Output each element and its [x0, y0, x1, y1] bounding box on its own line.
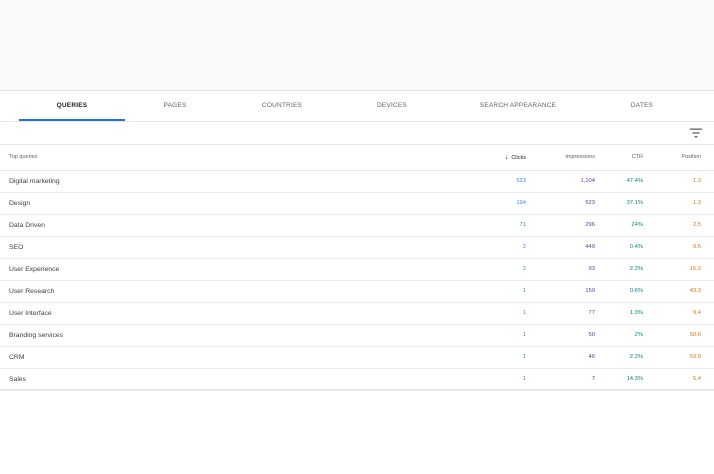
column-header-position[interactable]: Position [651, 145, 701, 170]
tab-dates[interactable]: DATES [592, 91, 692, 120]
query-cell: Design [9, 200, 31, 207]
tab-countries[interactable]: COUNTRIES [232, 91, 332, 120]
query-cell: Branding services [9, 332, 64, 339]
position-cell: 53.9 [689, 354, 701, 360]
table-row[interactable]: CRM 1 46 2.2% 53.9 [0, 347, 714, 369]
impressions-cell: 46 [588, 354, 595, 360]
performance-card: QUERIES PAGES COUNTRIES DEVICES SEARCH A… [0, 90, 714, 391]
tab-devices[interactable]: DEVICES [342, 91, 442, 120]
position-cell: 50.6 [689, 332, 701, 338]
table-row[interactable]: Sales 1 7 14.3% 5.4 [0, 369, 714, 391]
query-cell: CRM [9, 354, 25, 361]
active-tab-indicator [19, 119, 125, 121]
table-row[interactable]: Data Driven 71 296 24% 2.5 [0, 215, 714, 237]
table-row[interactable]: Digital marketing 523 1,104 47.4% 1.3 [0, 171, 714, 193]
arrow-down-icon: ↓ [504, 154, 509, 161]
position-cell: 1.3 [692, 200, 701, 206]
ctr-cell: 37.1% [626, 200, 643, 206]
clicks-cell: 1 [522, 354, 526, 360]
table-row[interactable]: User Interface 1 77 1.3% 9.4 [0, 303, 714, 325]
position-cell: 43.3 [689, 288, 701, 294]
column-header-ctr[interactable]: CTR [593, 145, 643, 170]
ctr-cell: 0.6% [629, 288, 643, 294]
table-row[interactable]: Design 194 523 37.1% 1.3 [0, 193, 714, 215]
clicks-cell: 2 [522, 244, 526, 250]
impressions-cell: 449 [585, 244, 595, 250]
ctr-cell: 2.2% [629, 266, 643, 272]
position-cell: 5.4 [692, 376, 701, 382]
ctr-cell: 2.2% [629, 354, 643, 360]
table-row[interactable]: User Research 1 159 0.6% 43.3 [0, 281, 714, 303]
queries-table-body: Digital marketing 523 1,104 47.4% 1.3 De… [0, 171, 714, 391]
position-cell: 2.5 [692, 222, 701, 228]
tab-queries[interactable]: QUERIES [19, 91, 125, 120]
impressions-cell: 93 [588, 266, 595, 272]
column-header-impressions[interactable]: Impressions [535, 145, 595, 170]
impressions-cell: 50 [588, 332, 595, 338]
table-header: Top queries ↓ Clicks Impressions CTR Posi… [0, 145, 714, 171]
clicks-cell: 71 [519, 222, 526, 228]
query-cell: Digital marketing [9, 178, 60, 185]
clicks-cell: 523 [516, 178, 526, 184]
ctr-cell: 2% [634, 332, 643, 338]
query-cell: Sales [9, 376, 27, 383]
ctr-cell: 1.3% [629, 310, 643, 316]
table-toolbar [0, 122, 714, 145]
dimension-tabs: QUERIES PAGES COUNTRIES DEVICES SEARCH A… [0, 91, 714, 122]
impressions-cell: 523 [585, 200, 595, 206]
column-header-clicks-label: Clicks [511, 155, 526, 161]
clicks-cell: 2 [522, 266, 526, 272]
impressions-cell: 296 [585, 222, 595, 228]
clicks-cell: 1 [522, 376, 526, 382]
ctr-cell: 14.3% [626, 376, 643, 382]
query-cell: User Experience [9, 266, 60, 273]
table-row[interactable]: User Experience 2 93 2.2% 15.2 [0, 259, 714, 281]
table-row[interactable]: Branding services 1 50 2% 50.6 [0, 325, 714, 347]
clicks-cell: 1 [522, 288, 526, 294]
column-header-top-queries: Top queries [9, 154, 38, 160]
position-cell: 9.4 [692, 310, 701, 316]
clicks-cell: 1 [522, 332, 526, 338]
impressions-cell: 7 [591, 376, 595, 382]
ctr-cell: 24% [631, 222, 643, 228]
impressions-cell: 159 [585, 288, 595, 294]
impressions-cell: 77 [588, 310, 595, 316]
ctr-cell: 47.4% [626, 178, 643, 184]
column-header-clicks[interactable]: ↓ Clicks [466, 145, 526, 170]
position-cell: 15.2 [689, 266, 701, 272]
page-top-area [0, 0, 714, 90]
query-cell: SEO [9, 244, 24, 251]
tab-search-appearance[interactable]: SEARCH APPEARANCE [458, 91, 578, 120]
query-cell: User Interface [9, 310, 52, 317]
clicks-cell: 194 [516, 200, 526, 206]
table-row[interactable]: SEO 2 449 0.4% 9.5 [0, 237, 714, 259]
position-cell: 1.3 [692, 178, 701, 184]
position-cell: 9.5 [692, 244, 701, 250]
filter-icon[interactable] [690, 128, 702, 138]
ctr-cell: 0.4% [629, 244, 643, 250]
impressions-cell: 1,104 [580, 178, 595, 184]
tab-pages[interactable]: PAGES [125, 91, 225, 120]
query-cell: User Research [9, 288, 55, 295]
clicks-cell: 1 [522, 310, 526, 316]
query-cell: Data Driven [9, 222, 45, 229]
